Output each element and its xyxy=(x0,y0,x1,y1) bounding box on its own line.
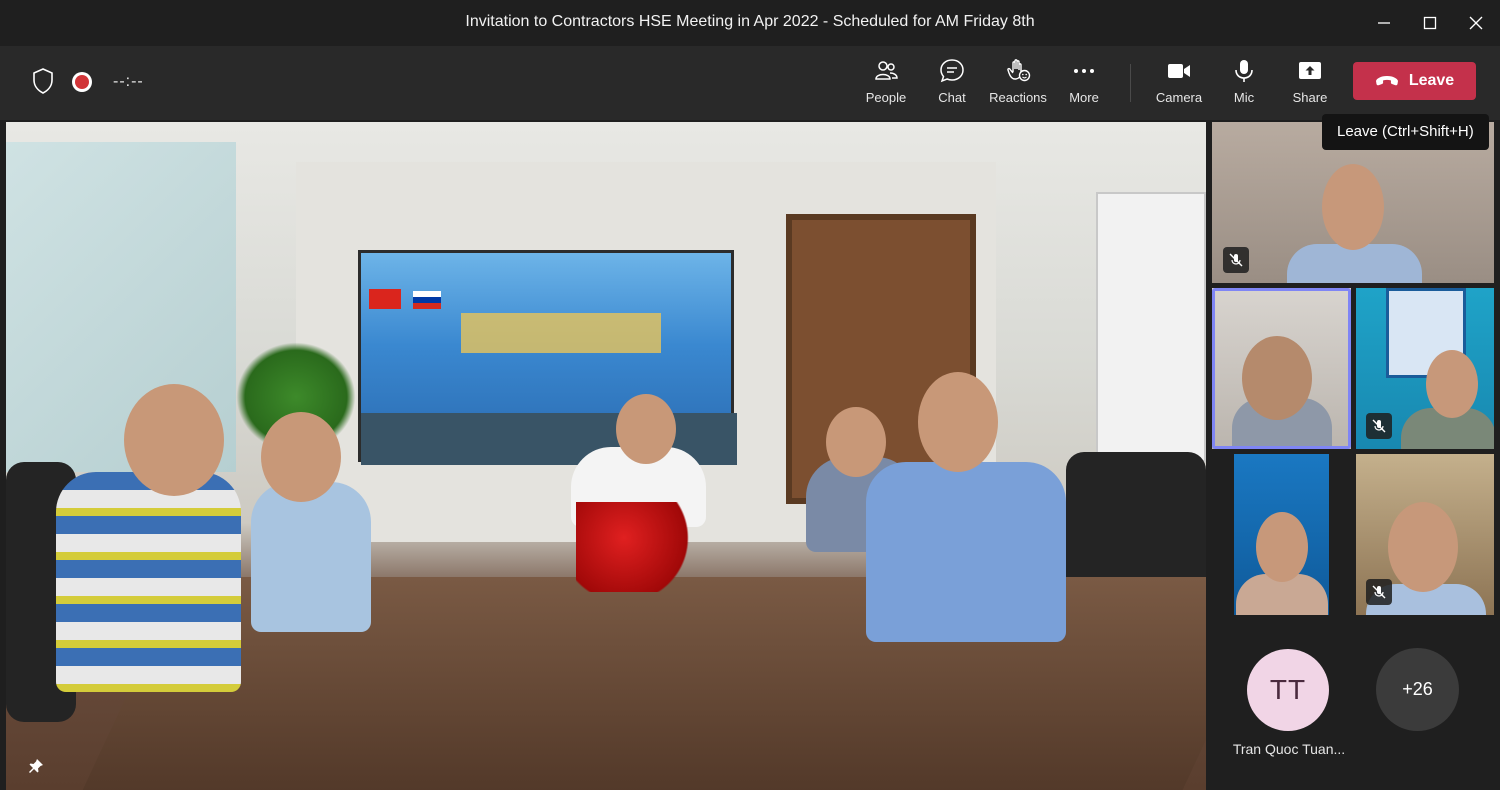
muted-icon xyxy=(1366,413,1392,439)
more-label: More xyxy=(1069,90,1099,105)
hang-up-icon xyxy=(1375,76,1398,86)
reactions-label: Reactions xyxy=(989,90,1047,105)
video-scene-whiteboard xyxy=(1096,192,1206,462)
share-button[interactable]: Share xyxy=(1278,58,1342,110)
leave-button[interactable]: Leave xyxy=(1353,62,1476,100)
participant-video-tile[interactable] xyxy=(1234,454,1329,615)
camera-icon xyxy=(1168,64,1190,78)
video-scene-flowers xyxy=(576,502,696,592)
mic-label: Mic xyxy=(1233,90,1255,105)
muted-icon xyxy=(1223,247,1249,273)
maximize-button[interactable] xyxy=(1417,10,1443,36)
minimize-icon xyxy=(1378,22,1390,24)
participant-video-tile[interactable] xyxy=(1356,454,1494,615)
meeting-toolbar: --:-- People Chat Reactions More Camera … xyxy=(0,46,1500,120)
leave-label: Leave xyxy=(1408,72,1455,89)
mic-button[interactable]: Mic xyxy=(1212,58,1276,110)
participant-name: Tran Quoc Tuan... xyxy=(1232,741,1346,757)
chat-button[interactable]: Chat xyxy=(920,58,984,110)
people-button[interactable]: People xyxy=(854,58,918,110)
share-icon xyxy=(1299,62,1321,79)
more-icon xyxy=(1074,69,1094,73)
title-bar: Invitation to Contractors HSE Meeting in… xyxy=(0,0,1500,46)
participant-video-tile[interactable] xyxy=(1356,288,1494,449)
more-button[interactable]: More xyxy=(1052,58,1116,110)
camera-label: Camera xyxy=(1155,90,1203,105)
muted-icon xyxy=(1366,579,1392,605)
vietnam-flag-icon xyxy=(369,289,401,309)
meeting-timer: --:-- xyxy=(113,73,144,90)
reactions-button[interactable]: Reactions xyxy=(986,58,1050,110)
shield-icon[interactable] xyxy=(32,68,54,94)
video-scene-tv-screen xyxy=(358,250,737,465)
close-icon xyxy=(1469,16,1483,30)
russia-flag-icon xyxy=(413,291,441,309)
recording-indicator-icon xyxy=(72,72,92,92)
share-label: Share xyxy=(1292,90,1328,105)
reactions-icon xyxy=(1007,59,1031,82)
pin-icon[interactable] xyxy=(28,758,44,774)
people-icon xyxy=(875,61,898,80)
participant-avatar[interactable]: TT xyxy=(1247,649,1329,731)
mic-icon xyxy=(1235,60,1253,82)
more-participants-button[interactable]: +26 xyxy=(1376,648,1459,731)
maximize-icon xyxy=(1423,16,1437,30)
participant-video-tile-active-speaker[interactable] xyxy=(1212,288,1351,449)
leave-tooltip: Leave (Ctrl+Shift+H) xyxy=(1322,114,1489,150)
people-label: People xyxy=(865,90,907,105)
close-button[interactable] xyxy=(1463,10,1489,36)
window-title: Invitation to Contractors HSE Meeting in… xyxy=(465,13,1035,30)
toolbar-divider xyxy=(1130,64,1131,102)
pinned-video-feed[interactable] xyxy=(6,122,1206,790)
chat-label: Chat xyxy=(938,90,966,105)
minimize-button[interactable] xyxy=(1371,10,1397,36)
camera-button[interactable]: Camera xyxy=(1147,58,1211,110)
chat-icon xyxy=(940,59,964,83)
